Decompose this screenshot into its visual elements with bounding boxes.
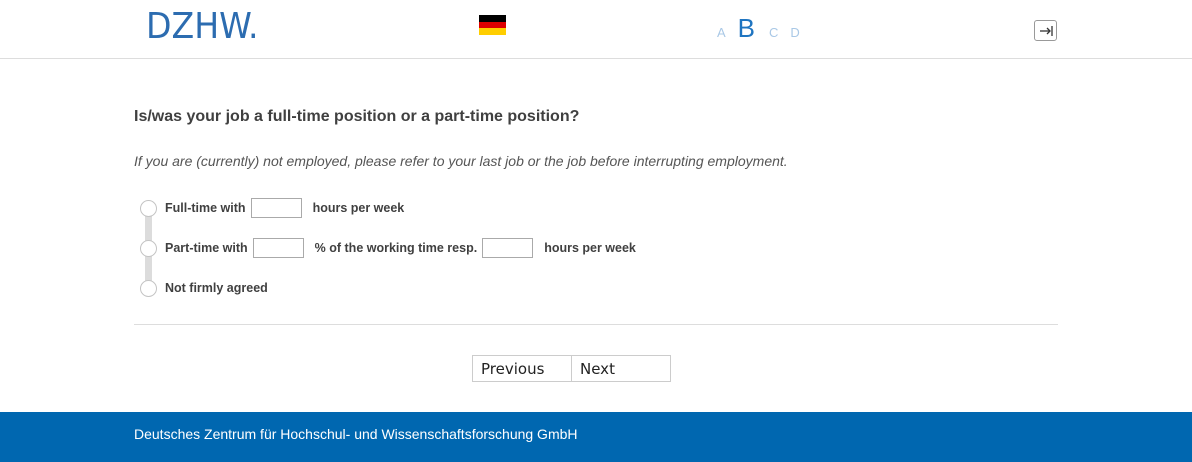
german-flag-icon[interactable] [479, 15, 506, 36]
logout-arrow-icon [1040, 26, 1053, 36]
question-instruction: If you are (currently) not employed, ple… [134, 153, 788, 169]
previous-button[interactable]: Previous [472, 355, 572, 382]
radio-full-time[interactable] [140, 199, 157, 217]
font-size-selector: A B C D [717, 13, 812, 43]
font-size-c[interactable]: C [769, 25, 778, 40]
option-full-time-label: Full-time with [165, 201, 246, 215]
answer-options: Full-time with hours per week Part-time … [140, 195, 840, 305]
option-full-time-suffix: hours per week [312, 201, 405, 215]
divider [134, 324, 1058, 325]
dzhw-logo: DZHW. [146, 6, 259, 47]
option-not-agreed[interactable]: Not firmly agreed [140, 275, 268, 301]
option-part-time-suffix: hours per week [544, 241, 636, 255]
option-full-time[interactable]: Full-time with hours per week [140, 195, 404, 221]
font-size-d[interactable]: D [790, 25, 799, 40]
option-part-time[interactable]: Part-time with % of the working time res… [140, 235, 636, 261]
option-part-time-middle: % of the working time resp. [314, 241, 478, 255]
part-time-hours-input[interactable] [482, 238, 534, 258]
option-not-agreed-label: Not firmly agreed [165, 281, 268, 295]
logout-button[interactable] [1034, 20, 1057, 41]
full-time-hours-input[interactable] [250, 198, 302, 218]
radio-not-agreed[interactable] [140, 279, 157, 297]
radio-part-time[interactable] [140, 239, 157, 257]
header: DZHW. A B C D [0, 0, 1192, 59]
navigation-buttons: Previous Next [472, 355, 671, 382]
footer-text: Deutsches Zentrum für Hochschul- und Wis… [134, 426, 578, 442]
footer: Deutsches Zentrum für Hochschul- und Wis… [0, 412, 1192, 462]
next-button[interactable]: Next [572, 355, 671, 382]
font-size-a[interactable]: A [717, 25, 726, 40]
part-time-percent-input[interactable] [252, 238, 304, 258]
question-text: Is/was your job a full-time position or … [134, 108, 580, 125]
option-part-time-label: Part-time with [165, 241, 248, 255]
font-size-b[interactable]: B [738, 13, 755, 44]
